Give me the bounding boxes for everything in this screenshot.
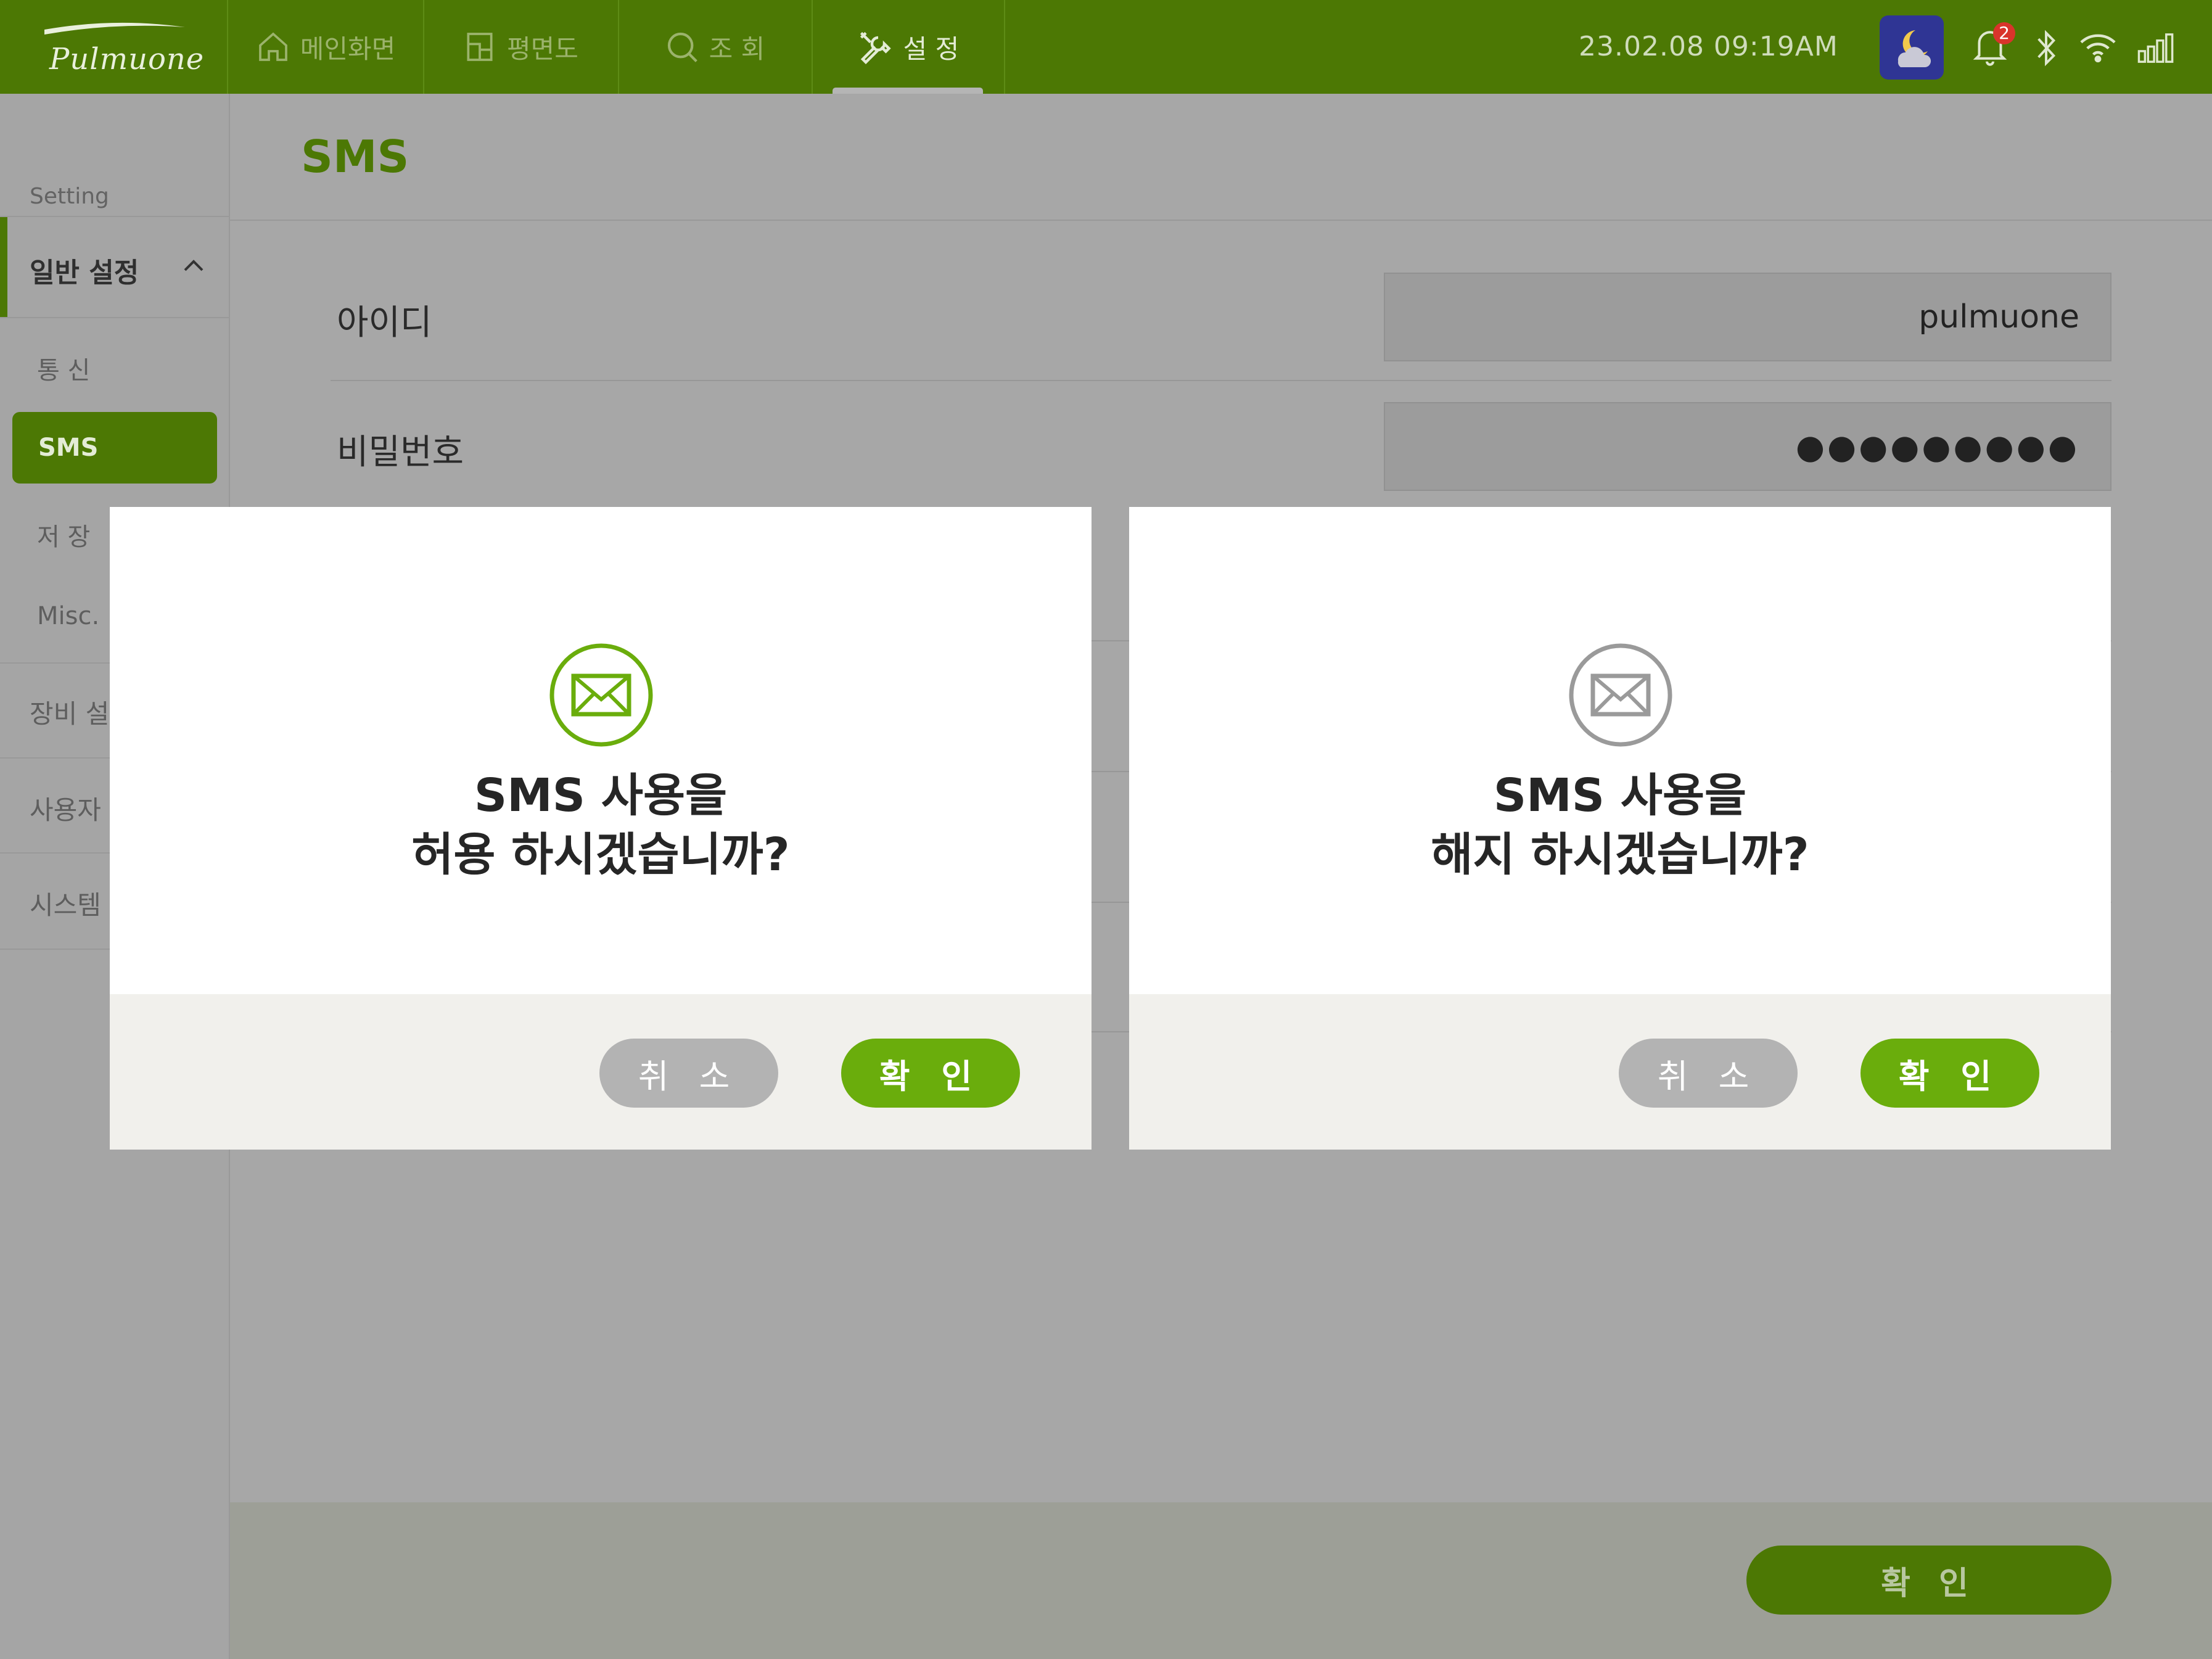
top-navigation-bar: Pulmuone 메인화면 평면도 조 회 설 정 23.02.08 09:19… — [0, 0, 2212, 94]
sidebar-group-general[interactable]: 일반 설정 — [0, 216, 229, 318]
envelope-icon — [549, 643, 653, 747]
dialog-message-line1: SMS 사용을 — [1493, 769, 1747, 822]
page-confirm-button[interactable]: 확 인 — [1746, 1546, 2111, 1615]
page-title: SMS — [301, 131, 409, 183]
dialog-message: SMS 사용을 해지 하시겠습니까? — [1129, 766, 2111, 884]
nav-main-screen-label: 메인화면 — [300, 33, 396, 64]
logo: Pulmuone — [0, 0, 228, 94]
nav-settings-label: 설 정 — [903, 33, 960, 64]
home-icon — [258, 32, 287, 61]
weather-tile[interactable] — [1880, 15, 1944, 80]
night-cloud-icon — [1897, 30, 1931, 67]
sidebar-item-misc[interactable]: Misc. — [37, 602, 99, 630]
active-tab-indicator — [833, 88, 983, 94]
nav-floorplan-label: 평면도 — [507, 33, 578, 64]
dialog-message: SMS 사용을 허용 하시겠습니까? — [110, 766, 1092, 884]
tools-icon — [860, 31, 891, 65]
confirm-button[interactable]: 확 인 — [841, 1039, 1020, 1108]
nav-query[interactable]: 조 회 — [618, 0, 813, 94]
row-divider — [331, 380, 2111, 381]
id-label: 아이디 — [337, 303, 432, 343]
sidebar-item-storage[interactable]: 저 장 — [37, 517, 90, 553]
signal-icon — [2137, 33, 2174, 63]
sidebar-item-system[interactable]: 시스템 — [30, 884, 101, 922]
sidebar-group-label: 일반 설정 — [30, 257, 139, 289]
search-icon — [667, 32, 697, 62]
wifi-icon[interactable] — [2078, 31, 2118, 63]
bluetooth-icon[interactable] — [2034, 28, 2058, 68]
confirm-button[interactable]: 확 인 — [1860, 1039, 2039, 1108]
nav-main-screen[interactable]: 메인화면 — [228, 0, 424, 94]
sidebar-item-sms[interactable]: SMS — [12, 412, 217, 484]
logo-text: Pulmuone — [49, 42, 205, 76]
cancel-button[interactable]: 취 소 — [599, 1039, 778, 1108]
floorplan-icon — [467, 33, 493, 61]
sidebar-item-users[interactable]: 사용자 — [30, 789, 101, 827]
chevron-up-icon[interactable] — [183, 258, 205, 273]
sms-allow-dialog: SMS 사용을 허용 하시겠습니까? 취 소 확 인 — [110, 507, 1092, 1150]
title-divider — [230, 220, 2212, 221]
nav-query-label: 조 회 — [709, 33, 765, 64]
sidebar-item-communication[interactable]: 통 신 — [37, 350, 90, 386]
cancel-button[interactable]: 취 소 — [1619, 1039, 1798, 1108]
nav-floorplan[interactable]: 평면도 — [423, 0, 619, 94]
id-field[interactable]: pulmuone — [1384, 273, 2111, 361]
password-field[interactable]: ●●●●●●●●● — [1384, 402, 2111, 491]
datetime-display: 23.02.08 09:19AM — [1579, 31, 1838, 62]
sidebar-caption: Setting — [30, 184, 109, 209]
envelope-icon — [1569, 643, 1672, 747]
notification-badge: 2 — [1993, 22, 2015, 44]
password-label: 비밀번호 — [337, 432, 464, 472]
sms-disable-dialog: SMS 사용을 해지 하시겠습니까? 취 소 확 인 — [1129, 507, 2111, 1150]
dialog-message-line1: SMS 사용을 — [474, 769, 728, 822]
nav-settings[interactable]: 설 정 — [812, 0, 1005, 94]
dialog-message-line2: 해지 하시겠습니까? — [1431, 828, 1809, 881]
sidebar-group-active-bar — [0, 217, 7, 317]
dialog-message-line2: 허용 하시겠습니까? — [411, 828, 790, 881]
